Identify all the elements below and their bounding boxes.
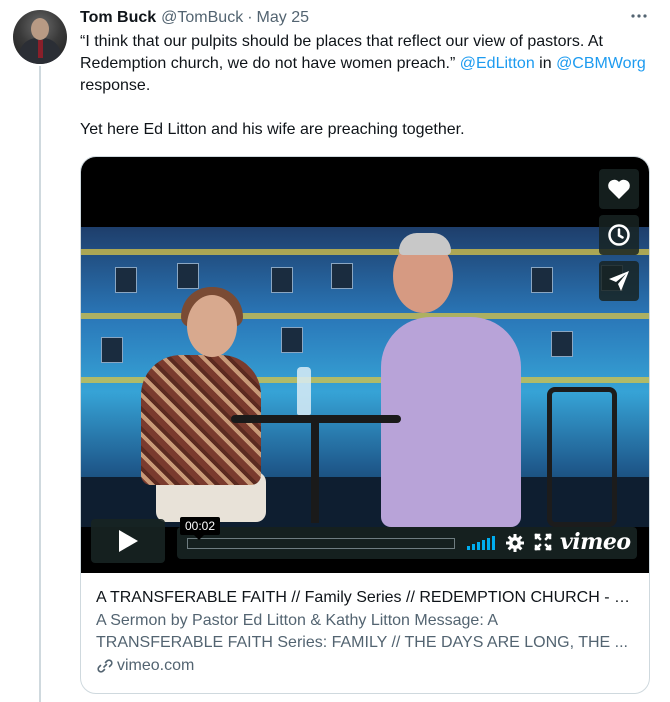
current-time: 00:02 (180, 517, 221, 540)
stage-table-leg (311, 423, 319, 523)
mention-cbmworg[interactable]: @CBMWorg (556, 55, 646, 72)
vimeo-logo[interactable]: vimeo (560, 529, 631, 555)
player-controls: 00:02 vimeo (91, 517, 641, 563)
link-icon (97, 659, 113, 673)
avatar-head (31, 18, 49, 40)
video-player[interactable]: 00:02 vimeo (81, 157, 649, 573)
woman-figure-head (187, 295, 237, 357)
stage-table (231, 415, 401, 423)
more-options-icon[interactable] (627, 6, 651, 30)
tweet-header: Tom Buck @TomBuck · May 25 (80, 9, 309, 29)
backdrop-photo (177, 263, 199, 289)
author-name[interactable]: Tom Buck (80, 9, 156, 27)
play-icon (119, 530, 138, 552)
share-button[interactable] (599, 261, 639, 301)
backdrop-photo (281, 327, 303, 353)
backdrop-photo (101, 337, 123, 363)
tweet-text-part2: in (534, 55, 557, 72)
play-button[interactable] (91, 519, 165, 563)
stage-chair (547, 387, 617, 527)
header-separator: · (247, 9, 253, 26)
card-domain-row: vimeo.com (96, 655, 634, 677)
backdrop-photo (115, 267, 137, 293)
tweet-paragraph-2: Yet here Ed Litton and his wife are prea… (80, 121, 465, 138)
link-card[interactable]: 00:02 vimeo A TRANSFERABLE FAITH // Fami… (80, 156, 650, 694)
progress-bar[interactable]: 00:02 (180, 517, 455, 549)
card-description: A Sermon by Pastor Ed Litton & Kathy Lit… (96, 610, 634, 654)
backdrop-stripe (81, 313, 649, 319)
tweet-date[interactable]: May 25 (257, 9, 309, 27)
card-info[interactable]: A TRANSFERABLE FAITH // Family Series //… (81, 573, 649, 691)
man-figure-hair (399, 233, 451, 255)
man-figure (381, 317, 521, 527)
card-description-line2: TRANSFERABLE FAITH Series: FAMILY // THE… (96, 634, 628, 651)
backdrop-photo (331, 263, 353, 289)
card-title: A TRANSFERABLE FAITH // Family Series //… (96, 589, 634, 606)
tweet-text: “I think that our pulpits should be plac… (80, 31, 650, 141)
backdrop-photo (551, 331, 573, 357)
avatar[interactable] (13, 10, 67, 64)
fullscreen-icon[interactable] (534, 533, 552, 551)
mention-edlitton[interactable]: @EdLitton (460, 55, 535, 72)
backdrop-stripe (81, 249, 649, 255)
settings-gear-icon[interactable] (505, 533, 525, 553)
tweet-paragraph-1: “I think that our pulpits should be plac… (80, 31, 650, 97)
like-button[interactable] (599, 169, 639, 209)
card-domain: vimeo.com (117, 657, 195, 674)
send-icon (609, 271, 629, 291)
clock-icon (608, 224, 630, 246)
avatar-tie (38, 40, 43, 58)
heart-icon (608, 179, 630, 199)
watch-later-button[interactable] (599, 215, 639, 255)
backdrop-photo (271, 267, 293, 293)
author-handle[interactable]: @TomBuck (161, 9, 243, 27)
thread-line (39, 66, 41, 702)
backdrop-photo (531, 267, 553, 293)
tweet-text-part3: response. (80, 77, 151, 94)
control-bar: 00:02 vimeo (177, 517, 637, 559)
volume-icon[interactable] (467, 536, 495, 550)
card-description-line1: A Sermon by Pastor Ed Litton & Kathy Lit… (96, 612, 498, 629)
video-frame (81, 227, 649, 527)
water-bottle (297, 367, 311, 415)
